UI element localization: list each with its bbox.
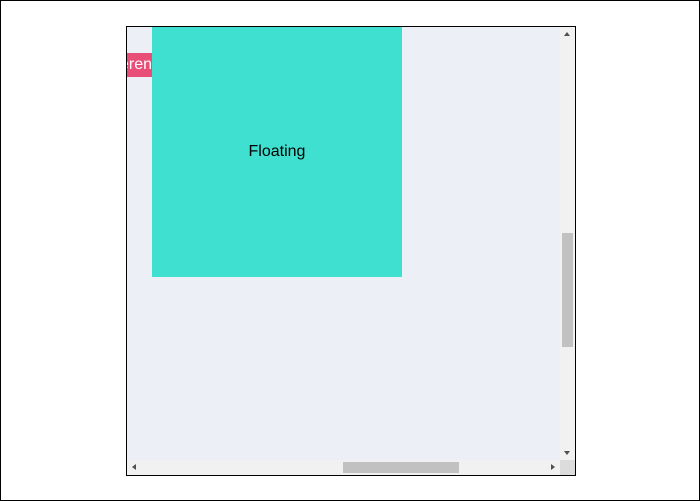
floating-element[interactable]: Floating [152, 27, 402, 277]
viewport-frame: eren Floating [0, 0, 700, 501]
horizontal-scroll-thumb[interactable] [343, 462, 459, 473]
vertical-scrollbar[interactable] [560, 27, 575, 460]
scroll-down-arrow-icon[interactable] [564, 451, 570, 455]
scroll-right-arrow-icon[interactable] [551, 464, 555, 470]
horizontal-scrollbar[interactable] [127, 460, 560, 475]
scroll-container[interactable]: eren Floating [126, 26, 576, 476]
reference-label: eren [127, 56, 152, 73]
vertical-scroll-thumb[interactable] [562, 233, 573, 347]
scroll-up-arrow-icon[interactable] [564, 32, 570, 36]
scroll-left-arrow-icon[interactable] [132, 464, 136, 470]
reference-element[interactable]: eren [127, 53, 152, 77]
scrollbar-corner [560, 460, 575, 475]
floating-label: Floating [248, 143, 306, 160]
